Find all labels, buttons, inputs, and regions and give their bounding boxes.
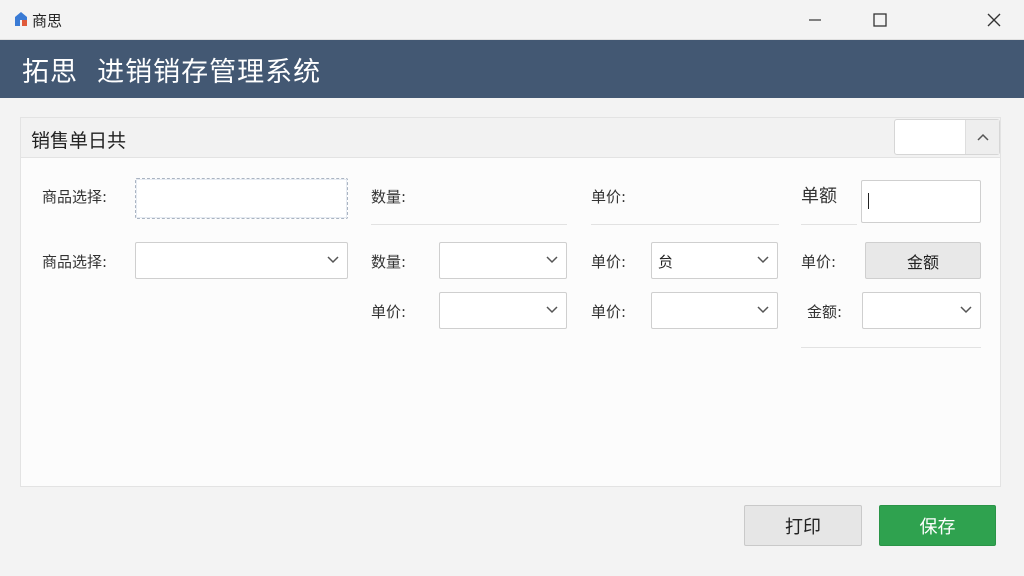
minimize-button[interactable] bbox=[786, 0, 844, 40]
maximize-icon bbox=[873, 13, 887, 27]
price-select-3[interactable] bbox=[439, 292, 567, 329]
print-button[interactable]: 打印 bbox=[744, 505, 862, 546]
price-label-1: 单价: bbox=[591, 188, 627, 206]
amount-divider-3 bbox=[801, 347, 981, 348]
price-label-3: 单价: bbox=[371, 303, 407, 321]
amount-select-3[interactable] bbox=[862, 292, 981, 329]
chevron-up-button[interactable] bbox=[965, 120, 999, 154]
amount-input-1[interactable] bbox=[861, 180, 981, 223]
chevron-down-icon bbox=[546, 256, 558, 264]
chevron-down-icon bbox=[327, 256, 339, 264]
price-divider-1 bbox=[591, 224, 779, 225]
panel-header: 销售单日共 bbox=[21, 118, 1000, 158]
text-cursor bbox=[868, 193, 869, 209]
price-label-3b: 单价: bbox=[591, 303, 627, 321]
price-select-2-value: 贠 bbox=[658, 253, 674, 271]
panel-title: 销售单日共 bbox=[31, 130, 127, 152]
amount-label-1: 单额 bbox=[801, 186, 837, 207]
quantity-label-1: 数量: bbox=[371, 188, 407, 206]
amount-button[interactable]: 金额 bbox=[865, 242, 981, 279]
chevron-down-icon bbox=[757, 306, 769, 314]
product-input-1[interactable] bbox=[135, 178, 348, 219]
close-button[interactable] bbox=[965, 0, 1023, 40]
chevron-down-icon bbox=[960, 306, 972, 314]
house-logo-icon bbox=[15, 12, 27, 26]
window-title: 商思 bbox=[32, 12, 63, 30]
price-label-2b: 单价: bbox=[801, 253, 837, 271]
app-header-banner: 拓思 进销销存管理系统 bbox=[0, 40, 1024, 98]
quantity-label-2: 数量: bbox=[371, 253, 407, 271]
quantity-select-2[interactable] bbox=[439, 242, 567, 279]
app-title: 拓思 进销销存管理系统 bbox=[22, 57, 322, 88]
amount-divider-1 bbox=[801, 224, 857, 225]
minimize-icon bbox=[809, 19, 821, 21]
chevron-down-icon bbox=[546, 306, 558, 314]
window-titlebar: 商思 bbox=[0, 0, 1024, 40]
price-label-2: 单价: bbox=[591, 253, 627, 271]
product-select-label-2: 商品选择: bbox=[42, 253, 108, 271]
chevron-down-icon bbox=[757, 256, 769, 264]
panel-collapse-toggle[interactable] bbox=[894, 119, 1000, 155]
price-select-2[interactable]: 贠 bbox=[651, 242, 778, 279]
product-select-2[interactable] bbox=[135, 242, 348, 279]
price-select-3b[interactable] bbox=[651, 292, 778, 329]
chevron-up-icon bbox=[976, 133, 989, 141]
close-icon bbox=[987, 13, 1001, 27]
amount-label-3: 金额: bbox=[807, 303, 843, 321]
save-button[interactable]: 保存 bbox=[879, 505, 996, 546]
product-select-label-1: 商品选择: bbox=[42, 188, 108, 206]
quantity-divider-1 bbox=[371, 224, 567, 225]
maximize-button[interactable] bbox=[851, 0, 909, 40]
